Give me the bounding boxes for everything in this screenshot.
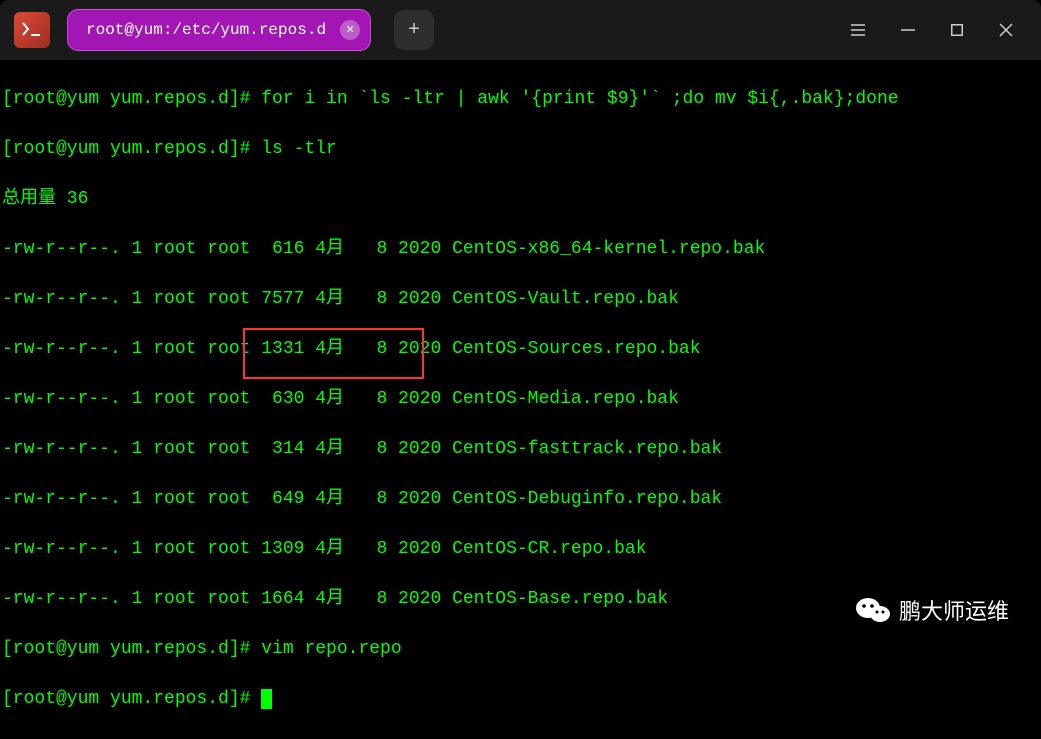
menu-icon[interactable] (851, 24, 865, 36)
terminal-line: [root@yum yum.repos.d]# ls -tlr (2, 137, 1039, 162)
terminal-output[interactable]: [root@yum yum.repos.d]# for i in `ls -lt… (0, 60, 1041, 739)
terminal-line: -rw-r--r--. 1 root root 1331 4月 8 2020 C… (2, 337, 1039, 362)
terminal-line: -rw-r--r--. 1 root root 630 4月 8 2020 Ce… (2, 387, 1039, 412)
watermark-text: 鹏大师运维 (899, 594, 1009, 626)
title-bar: root@yum:/etc/yum.repos.d ✕ + (0, 0, 1041, 60)
maximize-button[interactable] (951, 24, 963, 36)
minimize-button[interactable] (901, 23, 915, 37)
terminal-line: -rw-r--r--. 1 root root 649 4月 8 2020 Ce… (2, 487, 1039, 512)
terminal-line: -rw-r--r--. 1 root root 616 4月 8 2020 Ce… (2, 237, 1039, 262)
wechat-icon (855, 596, 891, 624)
close-button[interactable] (999, 23, 1013, 37)
terminal-line: [root@yum yum.repos.d]# for i in `ls -lt… (2, 87, 1039, 112)
tab-close-button[interactable]: ✕ (340, 20, 360, 40)
terminal-line: [root@yum yum.repos.d]# vim repo.repo (2, 637, 1039, 662)
window-controls (851, 23, 1033, 37)
watermark: 鹏大师运维 (855, 594, 1009, 626)
terminal-line: -rw-r--r--. 1 root root 1309 4月 8 2020 C… (2, 537, 1039, 562)
terminal-app-icon (14, 12, 50, 48)
terminal-prompt-line: [root@yum yum.repos.d]# (2, 687, 1039, 712)
terminal-line: 总用量 36 (2, 187, 1039, 212)
terminal-line: -rw-r--r--. 1 root root 7577 4月 8 2020 C… (2, 287, 1039, 312)
terminal-line: -rw-r--r--. 1 root root 314 4月 8 2020 Ce… (2, 437, 1039, 462)
terminal-cursor (261, 689, 272, 709)
tab-title: root@yum:/etc/yum.repos.d (86, 21, 326, 39)
new-tab-button[interactable]: + (394, 10, 434, 50)
tab-active[interactable]: root@yum:/etc/yum.repos.d ✕ (68, 10, 370, 50)
